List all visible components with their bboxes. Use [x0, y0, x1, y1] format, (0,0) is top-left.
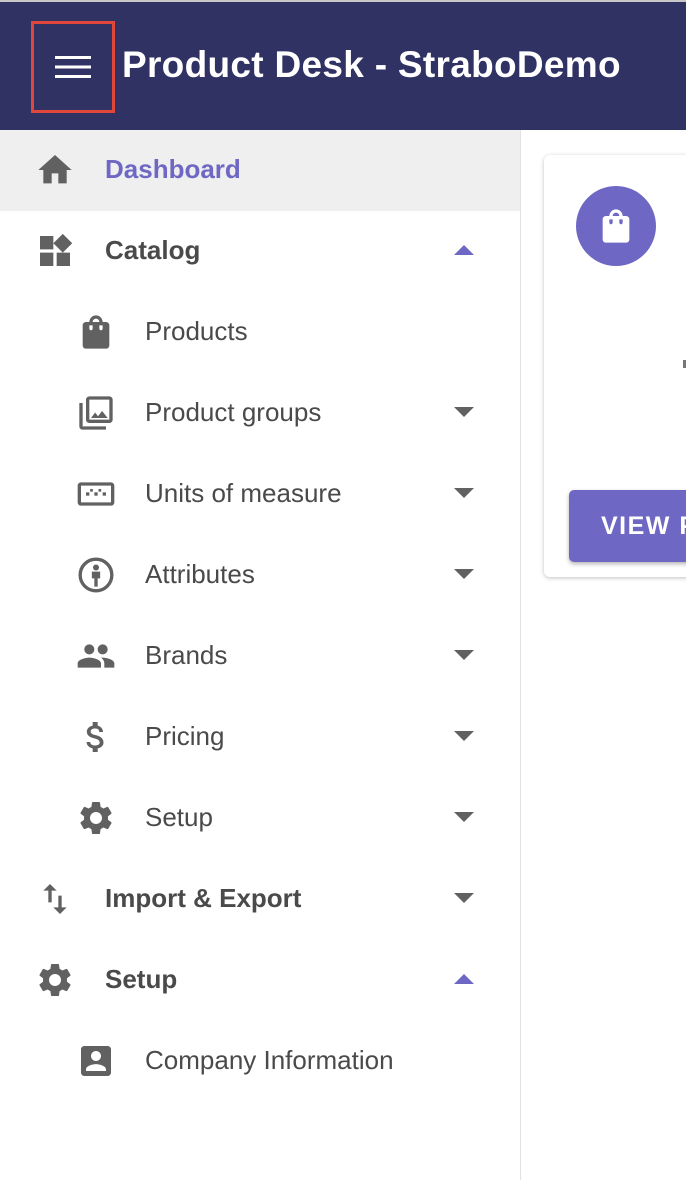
page: Product Desk - StraboDemo Dashboard Cata…	[0, 0, 686, 1180]
sidebar-item-label: Company Information	[145, 1045, 394, 1075]
home-icon	[35, 150, 75, 190]
sidebar-item-label: Products	[145, 316, 248, 346]
gear-icon	[76, 798, 116, 838]
sidebar-item-catalog-setup[interactable]: Setup	[0, 778, 520, 859]
sidebar-item-products[interactable]: Products	[0, 292, 520, 373]
hamburger-menu-icon	[55, 56, 91, 78]
sidebar-nav: Dashboard Catalog Products Product group…	[0, 130, 521, 1180]
sidebar-item-pricing[interactable]: Pricing	[0, 697, 520, 778]
sidebar-item-label: Setup	[145, 802, 213, 832]
chevron-down-icon[interactable]	[454, 812, 474, 822]
products-card: VIEW P	[544, 155, 686, 577]
sidebar-item-brands[interactable]: Brands	[0, 616, 520, 697]
sidebar-item-product-groups[interactable]: Product groups	[0, 373, 520, 454]
chevron-up-icon[interactable]	[454, 245, 474, 255]
gear-icon	[35, 960, 75, 1000]
chevron-down-icon[interactable]	[454, 650, 474, 660]
chevron-down-icon[interactable]	[454, 488, 474, 498]
sidebar-item-catalog[interactable]: Catalog	[0, 211, 520, 292]
people-icon	[76, 636, 116, 676]
sidebar-item-label: Units of measure	[145, 478, 342, 508]
sidebar-item-company-information[interactable]: Company Information	[0, 1021, 520, 1102]
app-bar: Product Desk - StraboDemo	[0, 0, 686, 130]
photo-library-icon	[76, 393, 116, 433]
shopping-bag-icon	[602, 209, 630, 243]
chevron-down-icon[interactable]	[454, 893, 474, 903]
shopping-bag-icon	[76, 312, 116, 352]
sidebar-item-label: Attributes	[145, 559, 255, 589]
import-export-icon	[35, 879, 75, 919]
dollar-icon	[76, 717, 116, 757]
account-box-icon	[76, 1041, 116, 1081]
chevron-down-icon[interactable]	[454, 731, 474, 741]
widgets-icon	[35, 231, 75, 271]
sidebar-item-attributes[interactable]: Attributes	[0, 535, 520, 616]
app-title: Product Desk - StraboDemo	[122, 44, 621, 85]
sidebar-item-label: Import & Export	[105, 883, 302, 913]
chevron-up-icon[interactable]	[454, 974, 474, 984]
sidebar-item-units-of-measure[interactable]: Units of measure	[0, 454, 520, 535]
card-avatar	[576, 186, 656, 266]
view-products-button[interactable]: VIEW P	[569, 490, 686, 562]
chevron-down-icon[interactable]	[454, 407, 474, 417]
sidebar-item-label: Pricing	[145, 721, 225, 751]
sidebar-item-import-export[interactable]: Import & Export	[0, 859, 520, 940]
sidebar-item-label: Dashboard	[105, 154, 241, 184]
person-circle-icon	[76, 555, 116, 595]
menu-button[interactable]	[31, 21, 115, 113]
sidebar-item-label: Setup	[105, 964, 178, 994]
chevron-down-icon[interactable]	[454, 569, 474, 579]
sidebar-item-label: Catalog	[105, 235, 201, 265]
sidebar-item-setup[interactable]: Setup	[0, 940, 520, 1021]
sidebar-item-label: Product groups	[145, 397, 322, 427]
sidebar-item-dashboard[interactable]: Dashboard	[0, 130, 520, 211]
ruler-icon	[76, 474, 116, 514]
sidebar-item-label: Brands	[145, 640, 228, 670]
